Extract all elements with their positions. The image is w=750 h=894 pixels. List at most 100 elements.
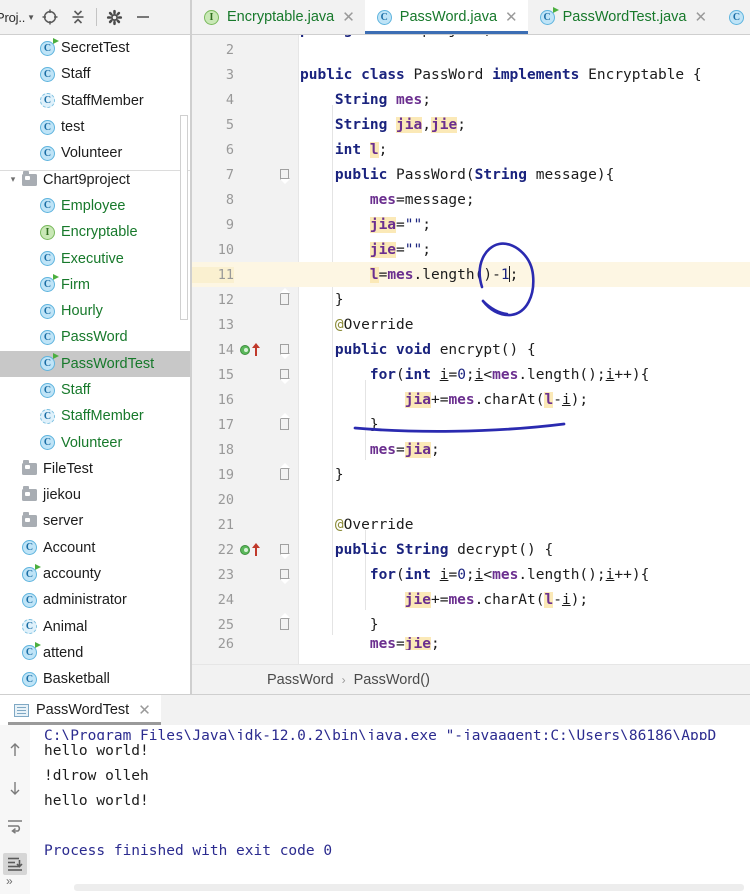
code-line-24[interactable]: 24 jie+=mes.charAt(l-i); bbox=[192, 587, 750, 612]
code-line-7[interactable]: 7 public PassWord(String message){ bbox=[192, 162, 750, 187]
code-line-20[interactable]: 20 bbox=[192, 487, 750, 512]
tree-item-secrettest[interactable]: C SecretTest bbox=[0, 35, 190, 61]
console-line: hello world! bbox=[44, 743, 149, 759]
code-line-3[interactable]: 3 public class PassWord implements Encryp… bbox=[192, 62, 750, 87]
tree-item-animal[interactable]: C Animal bbox=[0, 614, 190, 640]
tree-item-staff[interactable]: C Staff bbox=[0, 61, 190, 87]
console-output[interactable]: C:\Program Files\Java\jdk-12.0.2\bin\jav… bbox=[30, 725, 750, 894]
fold-open-icon[interactable] bbox=[276, 362, 292, 387]
implementing-method-icon[interactable] bbox=[251, 343, 260, 356]
gutter-icons[interactable] bbox=[240, 337, 268, 362]
fold-end-icon[interactable] bbox=[276, 612, 292, 637]
editor-tab-password-java[interactable]: C PassWord.java ✕ bbox=[364, 0, 528, 34]
code-line-15[interactable]: 15 for(int i=0;i<mes.length();i++){ bbox=[192, 362, 750, 387]
breadcrumb-item-1[interactable]: PassWord() bbox=[354, 672, 430, 688]
code-editor[interactable]: package char9sproject;23public class Pas… bbox=[192, 35, 750, 694]
code-line-6[interactable]: 6 int l; bbox=[192, 137, 750, 162]
fold-open-icon[interactable] bbox=[276, 162, 292, 187]
code-line-9[interactable]: 9 jia=""; bbox=[192, 212, 750, 237]
code-line-2[interactable]: 2 bbox=[192, 37, 750, 62]
tree-item-jiekou[interactable]: jiekou bbox=[0, 482, 190, 508]
close-icon[interactable]: ✕ bbox=[694, 9, 707, 25]
scroll-up-icon[interactable] bbox=[3, 739, 27, 761]
tree-item-passwordtest[interactable]: C PassWordTest bbox=[0, 350, 190, 377]
fold-end-icon[interactable] bbox=[276, 412, 292, 437]
code-line-22[interactable]: 22 public String decrypt() { bbox=[192, 537, 750, 562]
code-line-23[interactable]: 23 for(int i=0;i<mes.length();i++){ bbox=[192, 562, 750, 587]
tree-item-attend[interactable]: Cattend bbox=[0, 640, 190, 666]
code-lines[interactable]: package char9sproject;23public class Pas… bbox=[192, 35, 750, 694]
editor-tab-overflow[interactable]: C bbox=[717, 0, 750, 34]
implementing-method-icon[interactable] bbox=[251, 543, 260, 556]
code-line-26[interactable]: 26 mes=jie; bbox=[192, 637, 750, 650]
tree-item-employee[interactable]: C Employee bbox=[0, 193, 190, 219]
code-line-19[interactable]: 19 } bbox=[192, 462, 750, 487]
breadcrumb-item-0[interactable]: PassWord bbox=[267, 672, 334, 688]
code-line-4[interactable]: 4 String mes; bbox=[192, 87, 750, 112]
tree-item-encryptable[interactable]: I Encryptable bbox=[0, 219, 190, 245]
code-line-5[interactable]: 5 String jia,jie; bbox=[192, 112, 750, 137]
code-line-17[interactable]: 17 } bbox=[192, 412, 750, 437]
scroll-down-icon[interactable] bbox=[3, 777, 27, 799]
code-line-18[interactable]: 18 mes=jia; bbox=[192, 437, 750, 462]
close-icon[interactable]: ✕ bbox=[505, 9, 518, 25]
tree-item-password[interactable]: C PassWord bbox=[0, 324, 190, 350]
collapse-all-icon[interactable] bbox=[65, 4, 91, 30]
close-icon[interactable]: ✕ bbox=[138, 702, 151, 718]
line-number: 9 bbox=[225, 216, 234, 233]
project-tree[interactable]: C SecretTest C Staff C StaffMember Ctest C Volun… bbox=[0, 35, 190, 694]
tree-item-staffmember[interactable]: C StaffMember bbox=[0, 403, 190, 429]
code-line-11[interactable]: 11 l=mes.length()-1; bbox=[192, 262, 750, 287]
soft-wrap-icon[interactable] bbox=[3, 815, 27, 837]
editor-tab-encryptable-java[interactable]: I Encryptable.java ✕ bbox=[192, 0, 365, 34]
project-tree-scrollbar[interactable] bbox=[180, 115, 188, 320]
code-line-21[interactable]: 21 @Override bbox=[192, 512, 750, 537]
class-runnable-icon: C bbox=[22, 563, 41, 582]
tree-item-test[interactable]: Ctest bbox=[0, 114, 190, 140]
tree-item-hourly[interactable]: C Hourly bbox=[0, 298, 190, 324]
fold-open-icon[interactable] bbox=[276, 562, 292, 587]
code-line-25[interactable]: 25 } bbox=[192, 612, 750, 637]
run-method-icon[interactable] bbox=[240, 544, 250, 555]
fold-open-icon[interactable] bbox=[276, 537, 292, 562]
editor-tab-passwordtest-java[interactable]: C PassWordTest.java ✕ bbox=[527, 0, 718, 34]
fold-open-icon[interactable] bbox=[276, 337, 292, 362]
line-number: 17 bbox=[217, 416, 234, 433]
code-line-14[interactable]: 14 public void encrypt() { bbox=[192, 337, 750, 362]
fold-end-icon[interactable] bbox=[276, 287, 292, 312]
tree-item-volunteer[interactable]: C Volunteer bbox=[0, 429, 190, 455]
code-line-16[interactable]: 16 jia+=mes.charAt(l-i); bbox=[192, 387, 750, 412]
code-line-12[interactable]: 12 } bbox=[192, 287, 750, 312]
settings-icon[interactable] bbox=[102, 4, 128, 30]
class-icon: C bbox=[40, 198, 55, 214]
project-panel-title[interactable]: Proj.. ▼ bbox=[0, 10, 35, 25]
code-line-8[interactable]: 8 mes=message; bbox=[192, 187, 750, 212]
tree-item-staff[interactable]: C Staff bbox=[0, 377, 190, 403]
tree-item-executive[interactable]: C Executive bbox=[0, 245, 190, 271]
tree-item-firm[interactable]: C Firm bbox=[0, 272, 190, 298]
gutter-icons[interactable] bbox=[240, 537, 268, 562]
run-tab-passwordtest[interactable]: PassWordTest ✕ bbox=[0, 695, 161, 725]
locate-icon[interactable] bbox=[37, 4, 63, 30]
tree-item-volunteer[interactable]: C Volunteer bbox=[0, 140, 190, 166]
tree-item-account[interactable]: C Account bbox=[0, 535, 190, 561]
expand-icon[interactable]: » bbox=[6, 874, 13, 888]
fold-end-icon[interactable] bbox=[276, 462, 292, 487]
close-icon[interactable]: ✕ bbox=[342, 9, 355, 25]
scroll-to-end-icon[interactable] bbox=[3, 853, 27, 875]
tree-item-server[interactable]: server bbox=[0, 508, 190, 534]
tree-item-administrator[interactable]: Cadministrator bbox=[0, 587, 190, 613]
console-horizontal-scrollbar[interactable] bbox=[74, 884, 744, 891]
code-line-10[interactable]: 10 jie=""; bbox=[192, 237, 750, 262]
breadcrumb[interactable]: PassWord › PassWord() bbox=[192, 664, 750, 694]
code-line-13[interactable]: 13 @Override bbox=[192, 312, 750, 337]
tree-item-filetest[interactable]: FileTest bbox=[0, 456, 190, 482]
tree-twisty[interactable]: ▾ bbox=[6, 174, 20, 185]
tree-item-basketball[interactable]: C Basketball bbox=[0, 666, 190, 692]
tree-item-staffmember[interactable]: C StaffMember bbox=[0, 88, 190, 114]
chevron-down-icon[interactable]: ▼ bbox=[27, 13, 35, 22]
tree-item-accounty[interactable]: Caccounty bbox=[0, 561, 190, 587]
minimize-icon[interactable] bbox=[130, 4, 156, 30]
run-method-icon[interactable] bbox=[240, 344, 250, 355]
class-icon: C bbox=[40, 119, 55, 135]
